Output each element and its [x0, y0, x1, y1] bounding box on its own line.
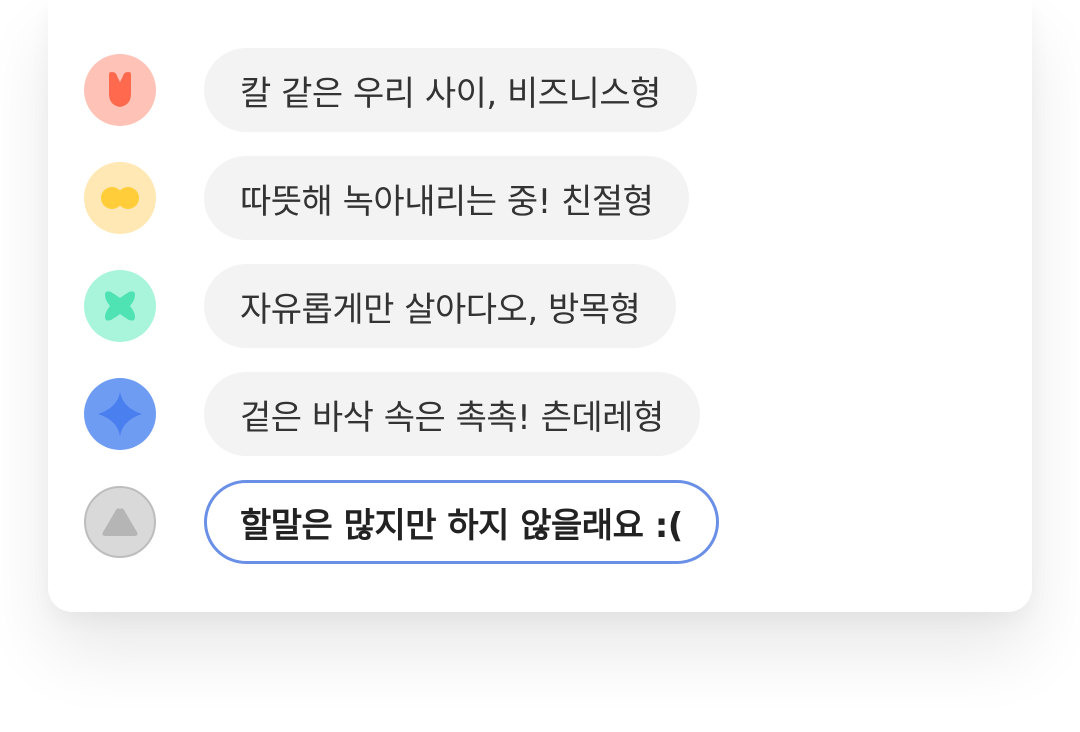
- double-circle-icon: [101, 187, 139, 209]
- option-kind[interactable]: 따뜻해 녹아내리는 중! 친절형: [84, 156, 690, 240]
- triangle-icon: [102, 508, 138, 536]
- option-business[interactable]: 칼 같은 우리 사이, 비즈니스형: [84, 48, 697, 132]
- option-label: 자유롭게만 살아다오, 방목형: [204, 264, 677, 348]
- option-silent[interactable]: 할말은 많지만 하지 않을래요 :(: [84, 480, 719, 564]
- option-avatar: [84, 486, 156, 558]
- option-avatar: [84, 54, 156, 126]
- page: 칼 같은 우리 사이, 비즈니스형 따뜻해 녹아내리는 중! 친절형 자유롭게만…: [0, 0, 1080, 732]
- option-avatar: [84, 270, 156, 342]
- sparkle-icon: [98, 392, 142, 436]
- option-avatar: [84, 378, 156, 450]
- option-label: 따뜻해 녹아내리는 중! 친절형: [204, 156, 690, 240]
- option-avatar: [84, 162, 156, 234]
- option-label-selected: 할말은 많지만 하지 않을래요 :(: [204, 480, 719, 564]
- option-card: 칼 같은 우리 사이, 비즈니스형 따뜻해 녹아내리는 중! 친절형 자유롭게만…: [48, 0, 1032, 612]
- cross-blob-icon: [105, 291, 135, 321]
- option-label: 겉은 바삭 속은 촉촉! 츤데레형: [204, 372, 700, 456]
- option-label: 칼 같은 우리 사이, 비즈니스형: [204, 48, 697, 132]
- option-free[interactable]: 자유롭게만 살아다오, 방목형: [84, 264, 677, 348]
- option-tsundere[interactable]: 겉은 바삭 속은 촉촉! 츤데레형: [84, 372, 700, 456]
- shield-icon: [109, 72, 131, 107]
